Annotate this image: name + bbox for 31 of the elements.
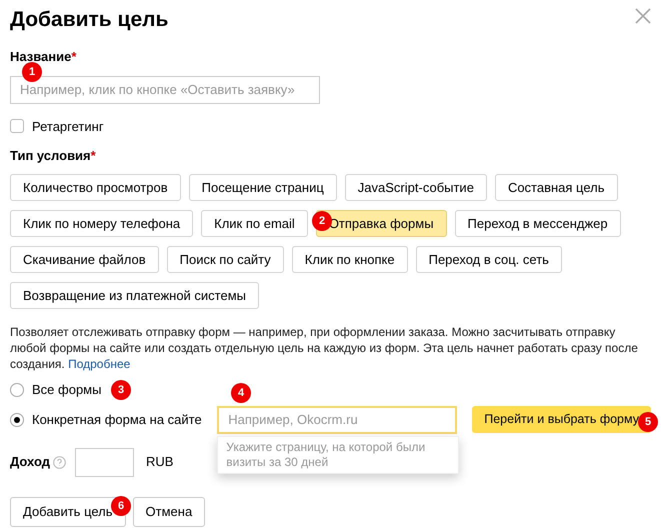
annotation-marker: 1: [22, 62, 42, 82]
income-label: Доход: [10, 453, 50, 472]
radio-label: Конкретная форма на сайте: [32, 410, 203, 429]
checkbox-label: Ретаргетинг: [32, 118, 104, 136]
condition-type-button[interactable]: Составная цель: [494, 174, 618, 200]
dialog-button[interactable]: Отмена: [132, 496, 206, 526]
field-label: Тип условия*: [10, 147, 97, 165]
description-text: Позволяет отслеживать отправку форм — например, при оформлении заказа. Можно засчитывать отправку любой формы на сайте или создать отдельную цель на каждую из форм. Эта цель начнет работать сразу после создания. Подробнее: [10, 324, 639, 372]
condition-type-button[interactable]: Переход в мессенджер: [454, 210, 621, 236]
annotation-marker: 2: [312, 211, 332, 231]
condition-type-button[interactable]: Скачивание файлов: [10, 246, 159, 272]
condition-type-button[interactable]: Клик по номеру телефона: [10, 210, 194, 236]
name-field[interactable]: Например, клик по кнопке «Оставить заявку»: [10, 76, 320, 104]
condition-type-button[interactable]: Количество просмотров: [10, 174, 181, 200]
condition-type-button[interactable]: Посещение страниц: [188, 174, 337, 200]
more-link[interactable]: Подробнее: [68, 356, 130, 370]
condition-type-button[interactable]: Переход в соц. сеть: [416, 246, 562, 272]
page-url-field[interactable]: Например, Okocrm.ru: [217, 406, 458, 434]
annotation-marker: 5: [638, 412, 658, 432]
dialog-title: Добавить цель: [10, 7, 168, 33]
condition-type-button[interactable]: Поиск по сайту: [166, 246, 284, 272]
condition-type-button[interactable]: JavaScript-событие: [344, 174, 487, 200]
condition-type-button[interactable]: Возвращение из платежной системы: [10, 282, 259, 308]
condition-type-button[interactable]: Клик по кнопке: [292, 246, 408, 272]
annotation-marker: 4: [231, 383, 251, 403]
annotation-marker: 3: [111, 380, 131, 400]
condition-type-button[interactable]: Клик по email: [201, 210, 308, 236]
hint-tooltip: Укажите страницу, на которой были визиты за 30 дней: [217, 436, 460, 474]
radio-label: Все формы: [32, 380, 102, 399]
currency-label: RUB: [146, 453, 174, 472]
annotation-marker: 6: [111, 496, 131, 516]
